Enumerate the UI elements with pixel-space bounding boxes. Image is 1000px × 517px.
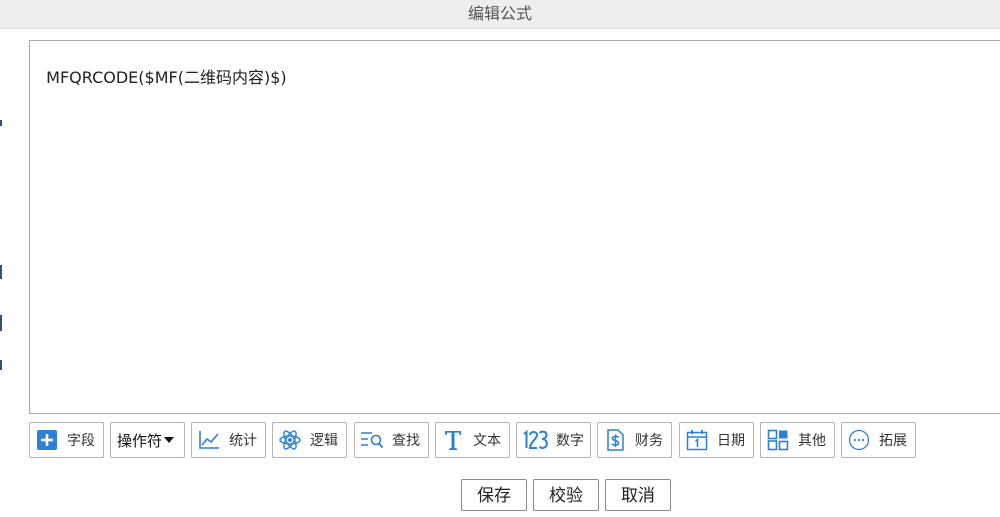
- dialog-title-bar: 编辑公式: [0, 0, 1000, 29]
- date-button[interactable]: 日期: [679, 422, 754, 458]
- add-icon: [35, 428, 59, 452]
- field-button-label: 字段: [67, 433, 95, 449]
- number-button[interactable]: 数字: [516, 422, 591, 458]
- logic-button[interactable]: 逻辑: [272, 422, 347, 458]
- logic-button-label: 逻辑: [310, 433, 338, 449]
- caret-down-icon: [164, 437, 175, 443]
- finance-button[interactable]: 财务: [597, 422, 672, 458]
- text-t-icon: [441, 428, 465, 452]
- statistics-button-label: 统计: [229, 433, 257, 449]
- background-edge-mark: [0, 265, 2, 279]
- background-edge-mark: [0, 360, 2, 370]
- extension-button[interactable]: 拓展: [841, 422, 916, 458]
- cancel-button[interactable]: 取消: [605, 479, 671, 511]
- search-list-icon: [360, 428, 384, 452]
- extension-button-label: 拓展: [879, 433, 907, 449]
- dollar-doc-icon: [603, 428, 627, 452]
- atom-icon: [278, 428, 302, 452]
- formula-editor[interactable]: MFQRCODE($MF(二维码内容)$): [29, 40, 1000, 414]
- number-123-icon: [522, 428, 548, 452]
- date-button-label: 日期: [717, 433, 745, 449]
- verify-button[interactable]: 校验: [533, 479, 599, 511]
- calendar-icon: [685, 428, 709, 452]
- save-button[interactable]: 保存: [461, 479, 527, 511]
- text-button[interactable]: 文本: [435, 422, 510, 458]
- lookup-button[interactable]: 查找: [354, 422, 429, 458]
- statistics-button[interactable]: 统计: [191, 422, 266, 458]
- background-edge-mark: [0, 120, 2, 126]
- more-circle-icon: [847, 428, 871, 452]
- other-button-label: 其他: [798, 433, 826, 449]
- finance-button-label: 财务: [635, 433, 663, 449]
- other-button[interactable]: 其他: [760, 422, 835, 458]
- grid-icon: [766, 428, 790, 452]
- lookup-button-label: 查找: [392, 433, 420, 449]
- operator-dropdown-label: 操作符: [117, 431, 163, 450]
- text-button-label: 文本: [473, 433, 501, 449]
- dialog-title: 编辑公式: [467, 4, 532, 23]
- number-button-label: 数字: [556, 433, 584, 449]
- field-button[interactable]: 字段: [29, 422, 104, 458]
- line-chart-icon: [197, 428, 221, 452]
- operator-dropdown[interactable]: 操作符: [110, 422, 185, 458]
- formula-text[interactable]: MFQRCODE($MF(二维码内容)$): [46, 68, 286, 87]
- background-edge-mark: [0, 315, 2, 331]
